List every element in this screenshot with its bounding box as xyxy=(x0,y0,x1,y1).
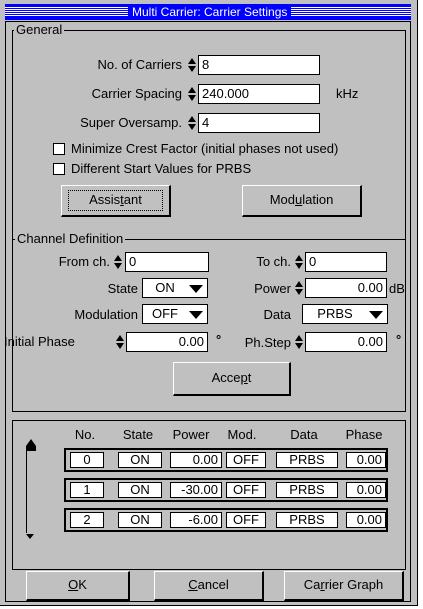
cell-state[interactable]: ON xyxy=(118,452,162,468)
no-of-carriers-input[interactable]: 8 xyxy=(198,55,320,75)
cell-no[interactable]: 0 xyxy=(70,452,104,468)
no-of-carriers-label: No. of Carriers xyxy=(97,57,182,72)
table-row[interactable]: 0 ON 0.00 OFF PRBS 0.00 xyxy=(64,448,388,472)
cell-mod[interactable]: OFF xyxy=(226,512,266,528)
from-ch-spin-icon[interactable] xyxy=(114,254,123,270)
data-value: PRBS xyxy=(317,306,353,321)
cell-no[interactable]: 1 xyxy=(70,482,104,498)
power-input[interactable]: 0.00 xyxy=(305,278,387,298)
power-label: Power xyxy=(254,281,291,296)
cell-no[interactable]: 2 xyxy=(70,512,104,528)
dropdown-arrow-icon xyxy=(189,285,203,293)
table-header-state: State xyxy=(122,427,154,442)
initial-phase-label: Initial Phase xyxy=(4,334,75,349)
state-value: ON xyxy=(155,280,175,295)
data-label: Data xyxy=(263,307,291,322)
assistant-focus-rect xyxy=(68,190,163,211)
super-oversamp-spin-icon[interactable] xyxy=(188,115,197,131)
modulation-label: Modulation xyxy=(74,307,138,322)
carrier-spacing-label: Carrier Spacing xyxy=(91,86,182,101)
from-ch-input[interactable]: 0 xyxy=(125,252,209,272)
ph-step-spin-icon[interactable] xyxy=(295,334,304,350)
modulation-dropdown[interactable]: OFF xyxy=(142,304,208,324)
cell-mod[interactable]: OFF xyxy=(226,452,266,468)
cancel-button[interactable]: Cancel xyxy=(154,571,264,601)
table-row[interactable]: 1 ON -30.00 OFF PRBS 0.00 xyxy=(64,478,388,502)
table-header-mod: Mod. xyxy=(227,427,257,442)
ok-button[interactable]: OK xyxy=(26,571,130,601)
channel-definition-label: Channel Definition xyxy=(15,231,126,246)
carrier-graph-button[interactable]: Carrier Graph xyxy=(284,571,404,601)
modulation-button-label: Modulation xyxy=(269,192,334,207)
ph-step-label: Ph.Step xyxy=(244,335,291,350)
modulation-button[interactable]: Modulation xyxy=(242,185,362,217)
accept-button-label: Accept xyxy=(211,370,252,385)
cell-data[interactable]: PRBS xyxy=(276,452,338,468)
dropdown-arrow-icon xyxy=(189,311,203,319)
minimize-crest-checkbox[interactable] xyxy=(53,143,65,155)
power-unit: dB xyxy=(389,281,405,296)
window-title: Multi Carrier: Carrier Settings xyxy=(128,4,292,20)
accept-button[interactable]: Accept xyxy=(173,362,291,396)
table-scrollbar[interactable] xyxy=(25,439,39,540)
power-spin-icon[interactable] xyxy=(295,280,304,296)
carrier-spacing-unit: kHz xyxy=(336,86,359,101)
table-row[interactable]: 2 ON -6.00 OFF PRBS 0.00 xyxy=(64,508,388,532)
modulation-value: OFF xyxy=(152,306,178,321)
table-header-no: No. xyxy=(74,427,96,442)
dropdown-arrow-icon xyxy=(369,311,383,319)
cell-mod[interactable]: OFF xyxy=(226,482,266,498)
arrow-down-icon[interactable] xyxy=(26,534,34,539)
super-oversamp-input[interactable]: 4 xyxy=(198,113,320,133)
initial-phase-unit: ° xyxy=(216,332,222,347)
to-ch-label: To ch. xyxy=(256,254,291,269)
no-of-carriers-spin-icon[interactable] xyxy=(188,57,197,73)
scroll-track xyxy=(26,451,27,533)
different-start-label: Different Start Values for PRBS xyxy=(71,161,252,176)
state-dropdown[interactable]: ON xyxy=(142,278,208,298)
carrier-spacing-input[interactable]: 240.000 xyxy=(198,84,320,104)
initial-phase-spin-icon[interactable] xyxy=(116,334,125,350)
minimize-crest-label: Minimize Crest Factor (initial phases no… xyxy=(71,141,339,156)
cell-state[interactable]: ON xyxy=(118,482,162,498)
cancel-button-label: Cancel xyxy=(188,577,229,592)
cell-phase[interactable]: 0.00 xyxy=(346,482,386,498)
arrow-up-icon[interactable] xyxy=(26,439,36,446)
cell-state[interactable]: ON xyxy=(118,512,162,528)
different-start-checkbox[interactable] xyxy=(53,163,65,175)
table-header-phase: Phase xyxy=(345,427,383,442)
ph-step-input[interactable]: 0.00 xyxy=(305,332,387,352)
initial-phase-input[interactable]: 0.00 xyxy=(126,332,208,352)
to-ch-spin-icon[interactable] xyxy=(295,254,304,270)
cell-power[interactable]: 0.00 xyxy=(170,452,222,468)
cell-power[interactable]: -6.00 xyxy=(170,512,222,528)
state-label: State xyxy=(107,281,138,296)
cell-data[interactable]: PRBS xyxy=(276,482,338,498)
table-header-data: Data xyxy=(290,427,318,442)
cell-data[interactable]: PRBS xyxy=(276,512,338,528)
data-dropdown[interactable]: PRBS xyxy=(302,304,388,324)
carrier-settings-dialog: Multi Carrier: Carrier Settings General … xyxy=(0,0,418,606)
ph-step-unit: ° xyxy=(396,332,402,347)
from-ch-label: From ch. xyxy=(58,254,110,269)
general-group-label: General xyxy=(14,22,65,37)
dialog-body: General No. of Carriers 8 Carrier Spacin… xyxy=(4,21,411,602)
ok-button-label: OK xyxy=(68,577,87,592)
title-bar[interactable]: Multi Carrier: Carrier Settings xyxy=(5,4,411,20)
scroll-thumb[interactable] xyxy=(26,446,36,451)
cell-power[interactable]: -30.00 xyxy=(170,482,222,498)
cell-phase[interactable]: 0.00 xyxy=(346,512,386,528)
carrier-spacing-spin-icon[interactable] xyxy=(188,86,197,102)
assistant-button[interactable]: Assistant xyxy=(61,185,171,217)
cell-phase[interactable]: 0.00 xyxy=(346,452,386,468)
table-header-power: Power xyxy=(172,427,210,442)
to-ch-input[interactable]: 0 xyxy=(305,252,387,272)
super-oversamp-label: Super Oversamp. xyxy=(80,115,182,130)
carrier-graph-button-label: Carrier Graph xyxy=(303,577,384,592)
